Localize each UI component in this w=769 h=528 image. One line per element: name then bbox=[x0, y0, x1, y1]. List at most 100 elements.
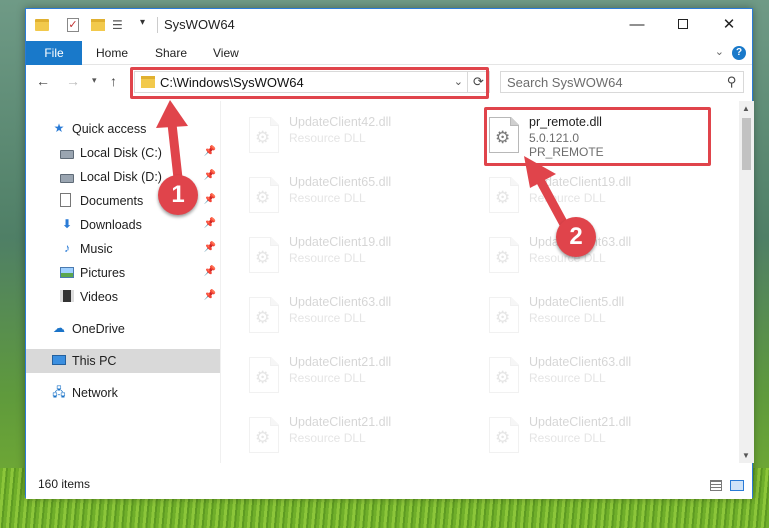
back-button[interactable]: ← bbox=[36, 73, 50, 89]
file-description: Resource DLL bbox=[289, 191, 366, 205]
gear-icon: ⚙ bbox=[255, 428, 271, 447]
page-fold bbox=[510, 177, 519, 186]
sidebar-item-this-pc[interactable]: This PC bbox=[26, 349, 220, 373]
file-highlight bbox=[484, 107, 711, 166]
tab-view[interactable]: View bbox=[213, 41, 239, 65]
sidebar-item-local-disk-c[interactable]: Local Disk (C:) 📌 bbox=[26, 141, 220, 165]
gear-icon: ⚙ bbox=[495, 188, 511, 207]
page-fold bbox=[270, 297, 279, 306]
pin-icon[interactable]: 📌 bbox=[204, 290, 216, 301]
sidebar-item-label: Quick access bbox=[72, 122, 147, 136]
forward-button[interactable]: → bbox=[66, 73, 80, 89]
file-item[interactable]: ⚙ UpdateClient5.dll Resource DLL bbox=[481, 289, 707, 341]
step-1-callout: 1 bbox=[158, 175, 198, 215]
pin-icon[interactable]: 📌 bbox=[204, 194, 216, 205]
sidebar-item-onedrive[interactable]: ☁ OneDrive bbox=[26, 317, 220, 341]
pictures-icon bbox=[60, 267, 74, 278]
dll-file-icon: ⚙ bbox=[249, 417, 279, 453]
documents-icon bbox=[60, 193, 71, 207]
tiles-view-icon[interactable] bbox=[730, 480, 744, 491]
file-item[interactable]: ⚙ UpdateClient21.dll Resource DLL bbox=[241, 409, 467, 461]
tab-share[interactable]: Share bbox=[155, 41, 187, 65]
sidebar-item-videos[interactable]: Videos 📌 bbox=[26, 285, 220, 309]
recent-locations-dropdown[interactable]: ▾ bbox=[92, 75, 97, 86]
folder-icon[interactable] bbox=[35, 19, 49, 31]
ribbon-tabs: File Home Share View ⌄ ? bbox=[26, 41, 752, 65]
pin-icon[interactable]: 📌 bbox=[204, 242, 216, 253]
file-name: UpdateClient5.dll bbox=[529, 295, 625, 309]
search-box[interactable]: ⚲ bbox=[500, 71, 744, 93]
star-icon: ★ bbox=[53, 121, 65, 135]
this-pc-icon bbox=[52, 355, 66, 365]
file-item[interactable]: ⚙ UpdateClient21.dll Resource DLL bbox=[241, 349, 467, 401]
minimize-button[interactable]: — bbox=[614, 9, 660, 41]
file-item[interactable]: ⚙ UpdateClient65.dll Resource DLL bbox=[241, 169, 467, 221]
download-icon: ⬇ bbox=[61, 217, 73, 231]
details-view-icon[interactable] bbox=[710, 480, 722, 491]
properties-check-icon[interactable]: ✓ bbox=[67, 18, 79, 32]
page-fold bbox=[270, 237, 279, 246]
step-2-callout: 2 bbox=[556, 217, 596, 257]
item-count: 160 items bbox=[38, 477, 91, 491]
onedrive-icon: ☁ bbox=[53, 321, 65, 335]
gear-icon: ⚙ bbox=[255, 368, 271, 387]
file-description: Resource DLL bbox=[289, 431, 366, 445]
dll-file-icon: ⚙ bbox=[489, 177, 519, 213]
sidebar-item-quick-access[interactable]: ★ Quick access bbox=[26, 117, 220, 141]
new-folder-icon[interactable] bbox=[91, 19, 105, 31]
search-input[interactable] bbox=[507, 74, 707, 90]
dll-file-icon: ⚙ bbox=[489, 237, 519, 273]
help-icon[interactable]: ? bbox=[732, 46, 746, 60]
scroll-up-arrow-icon[interactable]: ▲ bbox=[742, 104, 750, 113]
sidebar-item-downloads[interactable]: ⬇ Downloads 📌 bbox=[26, 213, 220, 237]
page-fold bbox=[270, 417, 279, 426]
dll-file-icon: ⚙ bbox=[249, 357, 279, 393]
sidebar-item-label: Documents bbox=[80, 194, 144, 208]
page-fold bbox=[270, 177, 279, 186]
file-name: UpdateClient42.dll bbox=[289, 115, 392, 129]
pin-icon[interactable]: 📌 bbox=[204, 146, 216, 157]
tab-home[interactable]: Home bbox=[96, 41, 128, 65]
dll-file-icon: ⚙ bbox=[249, 177, 279, 213]
sidebar-item-label: Local Disk (D:) bbox=[80, 170, 162, 184]
file-name: UpdateClient65.dll bbox=[289, 175, 392, 189]
up-button[interactable]: ↑ bbox=[110, 73, 117, 89]
file-item[interactable]: ⚙ UpdateClient63.dll Resource DLL bbox=[241, 289, 467, 341]
file-description: Resource DLL bbox=[289, 131, 366, 145]
expand-ribbon-chevron-icon[interactable]: ⌄ bbox=[715, 45, 724, 58]
sidebar-item-pictures[interactable]: Pictures 📌 bbox=[26, 261, 220, 285]
file-description: Resource DLL bbox=[289, 371, 366, 385]
pin-icon[interactable]: 📌 bbox=[204, 218, 216, 229]
sidebar-item-label: Videos bbox=[80, 290, 118, 304]
page-fold bbox=[270, 117, 279, 126]
sidebar-item-label: Music bbox=[80, 242, 113, 256]
quick-access-dropdown[interactable]: ▾ bbox=[140, 17, 145, 33]
file-description: Resource DLL bbox=[529, 371, 606, 385]
file-item[interactable]: ⚙ UpdateClient21.dll Resource DLL bbox=[481, 409, 707, 461]
navigation-pane: ★ Quick access Local Disk (C:) 📌 Local Disk … bbox=[26, 101, 220, 463]
tab-file[interactable]: File bbox=[26, 41, 82, 65]
sidebar-item-label: This PC bbox=[72, 354, 117, 368]
search-icon[interactable]: ⚲ bbox=[727, 74, 737, 90]
file-item[interactable]: ⚙ UpdateClient19.dll Resource DLL bbox=[241, 229, 467, 281]
sidebar-item-label: OneDrive bbox=[72, 322, 125, 336]
pin-icon[interactable]: 📌 bbox=[204, 170, 216, 181]
scroll-down-arrow-icon[interactable]: ▼ bbox=[742, 451, 750, 460]
file-item[interactable]: ⚙ UpdateClient19.dll Resource DLL bbox=[481, 169, 707, 221]
file-item[interactable]: ⚙ UpdateClient63.dll Resource DLL bbox=[481, 349, 707, 401]
sidebar-item-network[interactable]: 🖧 Network bbox=[26, 381, 220, 405]
file-name: UpdateClient21.dll bbox=[529, 415, 632, 429]
file-name: UpdateClient19.dll bbox=[289, 235, 392, 249]
file-item[interactable]: ⚙ UpdateClient42.dll Resource DLL bbox=[241, 109, 467, 161]
close-button[interactable]: ✕ bbox=[706, 9, 752, 41]
pin-icon[interactable]: 📌 bbox=[204, 266, 216, 277]
sidebar-item-music[interactable]: ♪ Music 📌 bbox=[26, 237, 220, 261]
vertical-scrollbar[interactable]: ▲ ▼ bbox=[739, 101, 754, 463]
scrollbar-thumb[interactable] bbox=[742, 118, 751, 170]
customize-icon[interactable]: ☰ bbox=[112, 18, 126, 32]
gear-icon: ⚙ bbox=[495, 308, 511, 327]
drive-icon bbox=[60, 174, 74, 183]
sidebar-item-label: Local Disk (C:) bbox=[80, 146, 162, 160]
maximize-button[interactable] bbox=[660, 9, 706, 41]
page-fold bbox=[510, 297, 519, 306]
